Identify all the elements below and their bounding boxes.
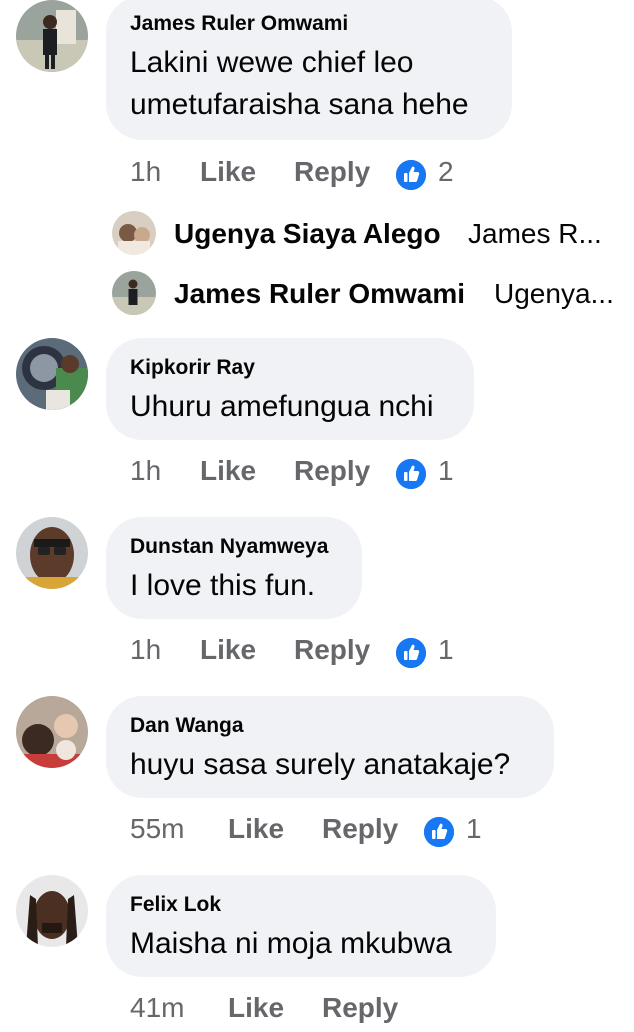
comment-text: Maisha ni moja mkubwa: [130, 927, 452, 960]
reply-button[interactable]: Reply: [294, 634, 370, 666]
comment-author[interactable]: Dan Wanga: [130, 714, 244, 738]
reply-button[interactable]: Reply: [294, 156, 370, 188]
reply-preview[interactable]: Ugenya Siaya Alego James R...: [174, 212, 634, 256]
comment-time[interactable]: 55m: [130, 813, 184, 845]
comment-author[interactable]: Kipkorir Ray: [130, 356, 255, 380]
reaction-count[interactable]: 1: [438, 455, 454, 487]
like-button[interactable]: Like: [228, 992, 284, 1024]
comment-actions: 41m Like Reply: [130, 992, 570, 1032]
reply-author[interactable]: Ugenya Siaya Alego: [174, 218, 441, 250]
like-button[interactable]: Like: [200, 634, 256, 666]
reply-preview[interactable]: James Ruler Omwami Ugenya...: [174, 272, 634, 316]
comment-author[interactable]: James Ruler Omwami: [130, 12, 348, 36]
reply-author[interactable]: James Ruler Omwami: [174, 278, 465, 310]
comment-actions: 55m Like Reply 1: [130, 813, 570, 853]
thumbs-up-icon: [396, 638, 426, 668]
comment-bubble: Felix Lok Maisha ni moja mkubwa: [106, 875, 496, 977]
comment-author[interactable]: Felix Lok: [130, 893, 221, 917]
avatar-felix-lok[interactable]: [16, 875, 88, 947]
reply-button[interactable]: Reply: [294, 455, 370, 487]
avatar-kipkorir-ray[interactable]: [16, 338, 88, 410]
comment-actions: 1h Like Reply 1: [130, 634, 550, 674]
like-button[interactable]: Like: [228, 813, 284, 845]
thumbs-up-icon: [396, 160, 426, 190]
reaction-count[interactable]: 2: [438, 156, 454, 188]
comment-actions: 1h Like Reply 1: [130, 455, 550, 495]
comment-text: huyu sasa surely anatakaje?: [130, 748, 511, 781]
comment-time[interactable]: 1h: [130, 634, 161, 666]
reaction-count[interactable]: 1: [438, 634, 454, 666]
reply-snippet: James R...: [468, 218, 602, 249]
comment-text: Lakini wewe chief leo: [130, 46, 414, 79]
comment-time[interactable]: 41m: [130, 992, 184, 1024]
thumbs-up-icon: [396, 459, 426, 489]
comment-time[interactable]: 1h: [130, 455, 161, 487]
comment-actions: 1h Like Reply 2: [130, 156, 550, 196]
avatar-dan-wanga[interactable]: [16, 696, 88, 768]
reply-snippet: Ugenya...: [494, 278, 614, 309]
reply-button[interactable]: Reply: [322, 992, 398, 1024]
comment-text: umetufaraisha sana hehe: [130, 88, 469, 121]
avatar-ugenya-siaya-alego[interactable]: [112, 211, 156, 255]
avatar-james-ruler-omwami[interactable]: [16, 0, 88, 72]
thumbs-up-icon: [424, 817, 454, 847]
comment-bubble: Kipkorir Ray Uhuru amefungua nchi: [106, 338, 474, 440]
comment-text: I love this fun.: [130, 569, 316, 602]
avatar-james-ruler-omwami[interactable]: [112, 271, 156, 315]
like-button[interactable]: Like: [200, 156, 256, 188]
reply-button[interactable]: Reply: [322, 813, 398, 845]
like-button[interactable]: Like: [200, 455, 256, 487]
avatar-dunstan-nyamweya[interactable]: [16, 517, 88, 589]
comment-text: Uhuru amefungua nchi: [130, 390, 434, 423]
comment-bubble: Dan Wanga huyu sasa surely anatakaje?: [106, 696, 554, 798]
reaction-count[interactable]: 1: [466, 813, 482, 845]
comment-bubble: Dunstan Nyamweya I love this fun.: [106, 517, 362, 619]
comment-author[interactable]: Dunstan Nyamweya: [130, 535, 328, 559]
comment-bubble: James Ruler Omwami Lakini wewe chief leo…: [106, 0, 512, 140]
comment-time[interactable]: 1h: [130, 156, 161, 188]
